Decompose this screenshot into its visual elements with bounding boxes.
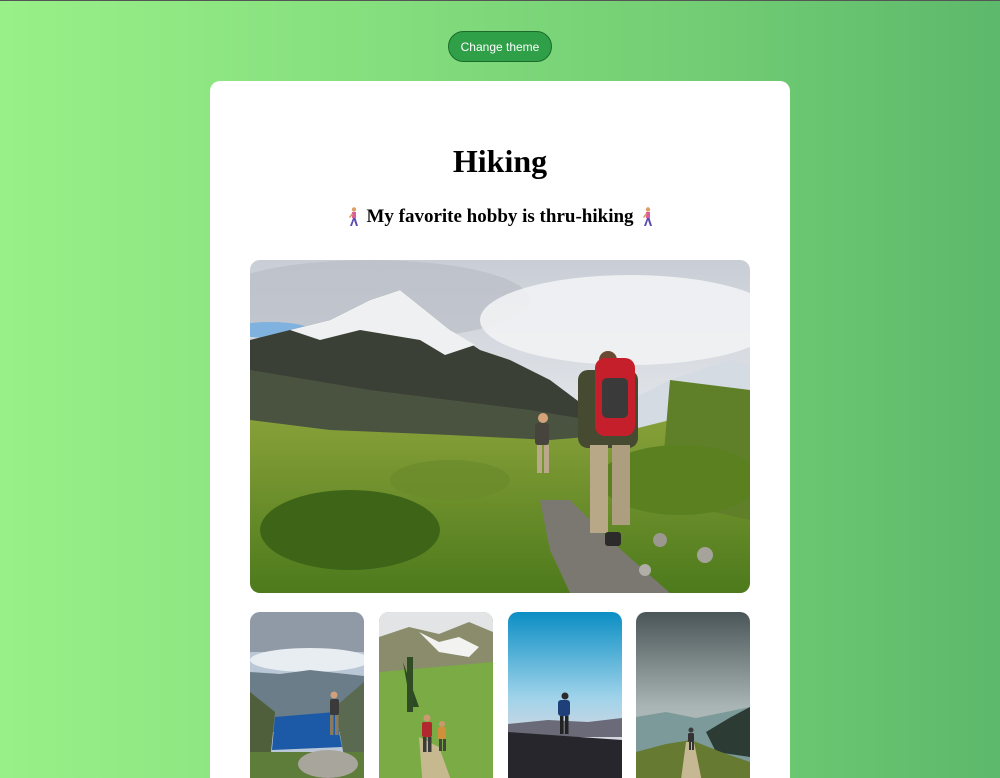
change-theme-button[interactable]: Change theme (448, 31, 552, 62)
page-subtitle: My favorite hobby is thru-hiking (210, 204, 790, 230)
sunset-hiker-photo (508, 612, 622, 778)
ridge-trail-hiker-photo (636, 612, 750, 778)
person-walking-icon (642, 207, 652, 226)
page-title: Hiking (452, 143, 548, 179)
person-walking-icon (349, 207, 359, 226)
hiking-hero-photo (250, 260, 750, 593)
meadow-hikers-photo (379, 612, 493, 778)
lake-view-hiker-photo (250, 612, 364, 778)
subtitle-text: My favorite hobby is thru-hiking (366, 206, 634, 227)
hobby-card: Hiking My favorite hobby is thru-hiking (210, 81, 790, 778)
